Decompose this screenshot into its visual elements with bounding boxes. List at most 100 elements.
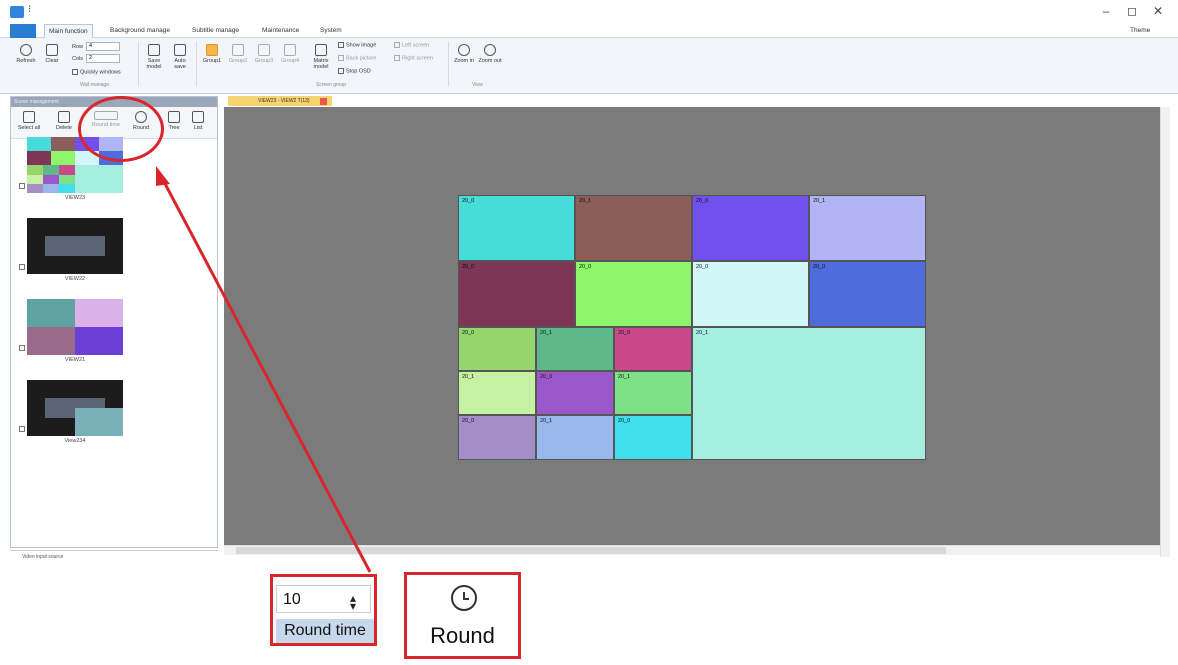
round-label: Round [430, 623, 495, 648]
list-view-button[interactable]: List [189, 111, 207, 131]
window-label: 20_0 [579, 264, 592, 270]
tab-close-icon[interactable] [320, 98, 327, 105]
tab-background-manage[interactable]: Background manage [110, 24, 170, 38]
cols-label: Cols [72, 56, 84, 62]
title-menu-icon[interactable]: ⁝ [28, 4, 31, 15]
ribbon-tabs: Main function Background manage Subtitle… [0, 24, 1178, 38]
window-label: 20_0 [462, 418, 475, 424]
scrollbar-thumb[interactable] [236, 547, 946, 554]
list-icon [192, 111, 204, 123]
tab-system[interactable]: System [320, 24, 342, 38]
scene-checkbox[interactable] [19, 426, 25, 432]
window-label: 20_0 [813, 264, 826, 270]
zoom-in-button[interactable]: Zoom in [452, 44, 476, 64]
wall-window[interactable]: 20_1 [536, 415, 614, 460]
group3-button[interactable]: Group3 [252, 44, 276, 64]
left-screen-checkbox[interactable]: Left screen [394, 42, 429, 48]
group1-button[interactable]: Group1 [200, 44, 224, 64]
wall-window[interactable]: 20_0 [575, 261, 692, 327]
horizontal-scrollbar[interactable] [224, 545, 1160, 555]
back-picture-checkbox[interactable]: Back picture [338, 55, 376, 61]
scene-checkbox[interactable] [19, 264, 25, 270]
tab-maintenance[interactable]: Maintenance [262, 24, 299, 38]
wall-window[interactable]: 20_0 [458, 195, 575, 261]
vertical-scrollbar[interactable] [1160, 107, 1170, 557]
stop-osd-checkbox[interactable]: Stop OSD [338, 68, 371, 74]
wall-window[interactable]: 20_0 [536, 371, 614, 415]
wall-window[interactable]: 20_0 [458, 415, 536, 460]
scene-thumbnail-3[interactable] [27, 299, 123, 355]
video-input-source-tab[interactable]: Video input source [10, 550, 218, 562]
wall-window[interactable]: 20_0 [692, 261, 809, 327]
wall-window[interactable]: 20_1 [614, 371, 692, 415]
file-tab[interactable] [10, 24, 36, 38]
wall-window[interactable]: 20_0 [614, 415, 692, 460]
app-icon [10, 6, 24, 18]
refresh-icon [20, 44, 32, 56]
close-button[interactable]: ✕ [1150, 4, 1166, 18]
right-screen-checkbox[interactable]: Right screen [394, 55, 433, 61]
quickly-windows-checkbox[interactable]: Quickly windows [72, 69, 121, 75]
wall-window[interactable]: 20_0 [614, 327, 692, 371]
scene-checkbox[interactable] [19, 183, 25, 189]
wall-window[interactable]: 20_1 [536, 327, 614, 371]
cols-spinner[interactable]: 2 [86, 54, 120, 63]
video-wall: 20_0 20_1 20_0 20_1 20_0 20_0 20_0 20_0 … [458, 195, 926, 460]
separator [196, 42, 197, 86]
trash-icon [58, 111, 70, 123]
wall-window[interactable]: 20_0 [692, 195, 809, 261]
window-label: 20_1 [462, 374, 475, 380]
wall-window[interactable]: 20_0 [458, 327, 536, 371]
show-image-checkbox[interactable]: Show image [338, 42, 376, 48]
matrix-model-button[interactable]: Matrix model [308, 44, 334, 70]
highlight-circle [78, 96, 164, 162]
wall-window[interactable]: 20_0 [809, 261, 926, 327]
group4-button[interactable]: Group4 [278, 44, 302, 64]
group2-button[interactable]: Group2 [226, 44, 250, 64]
separator [138, 42, 139, 86]
round-time-input[interactable]: 10 [276, 585, 371, 613]
round-time-callout: 10 ▴ ▾ Round time [270, 574, 377, 646]
wall-window[interactable]: 20_1 [809, 195, 926, 261]
checkbox-icon [23, 111, 35, 123]
document-tab[interactable]: VIEW23 - VIEW2 T(13) [228, 96, 332, 106]
scene-panel: Scene management Select all Delete Round… [10, 96, 218, 548]
maximize-button[interactable]: ◻ [1124, 4, 1140, 18]
group-label-view: View [472, 82, 483, 88]
clear-button[interactable]: Clear [40, 44, 64, 64]
select-all-button[interactable]: Select all [17, 111, 41, 131]
tree-view-button[interactable]: Tree [165, 111, 183, 131]
window-label: 20_0 [462, 264, 475, 270]
save-model-button[interactable]: Save model [142, 44, 166, 70]
wall-window[interactable]: 20_1 [575, 195, 692, 261]
window-label: 20_0 [618, 418, 631, 424]
delete-button[interactable]: Delete [55, 111, 73, 131]
matrix-icon [315, 44, 327, 56]
auto-save-button[interactable]: Auto save [168, 44, 192, 70]
tab-subtitle-manage[interactable]: Subtitle manage [192, 24, 239, 38]
refresh-button[interactable]: Refresh [14, 44, 38, 64]
wall-window[interactable]: 20_0 [458, 261, 575, 327]
window-label: 20_0 [540, 374, 553, 380]
clear-icon [46, 44, 58, 56]
tab-main-function[interactable]: Main function [44, 24, 93, 38]
group-label-wall: Wall manage [80, 82, 109, 88]
wall-window[interactable]: 20_1 [692, 327, 926, 460]
monitor-icon [206, 44, 218, 56]
scene-thumbnail-2[interactable] [27, 218, 123, 274]
scene-checkbox[interactable] [19, 345, 25, 351]
window-label: 20_1 [813, 198, 826, 204]
spinner-arrows-icon[interactable]: ▴ ▾ [350, 592, 356, 612]
minimize-button[interactable]: – [1098, 4, 1114, 18]
ribbon: Refresh Clear Row 4 Cols 2 Quickly windo… [0, 38, 1178, 94]
zoom-out-button[interactable]: Zoom out [478, 44, 502, 64]
tree-icon [168, 111, 180, 123]
monitor-icon [232, 44, 244, 56]
scene-thumbnail-4[interactable] [27, 380, 123, 436]
theme-menu[interactable]: Theme [1130, 24, 1150, 38]
window-label: 20_1 [696, 330, 709, 336]
round-callout: Round [404, 572, 521, 659]
wall-window[interactable]: 20_1 [458, 371, 536, 415]
window-label: 20_1 [618, 374, 631, 380]
row-spinner[interactable]: 4 [86, 42, 120, 51]
